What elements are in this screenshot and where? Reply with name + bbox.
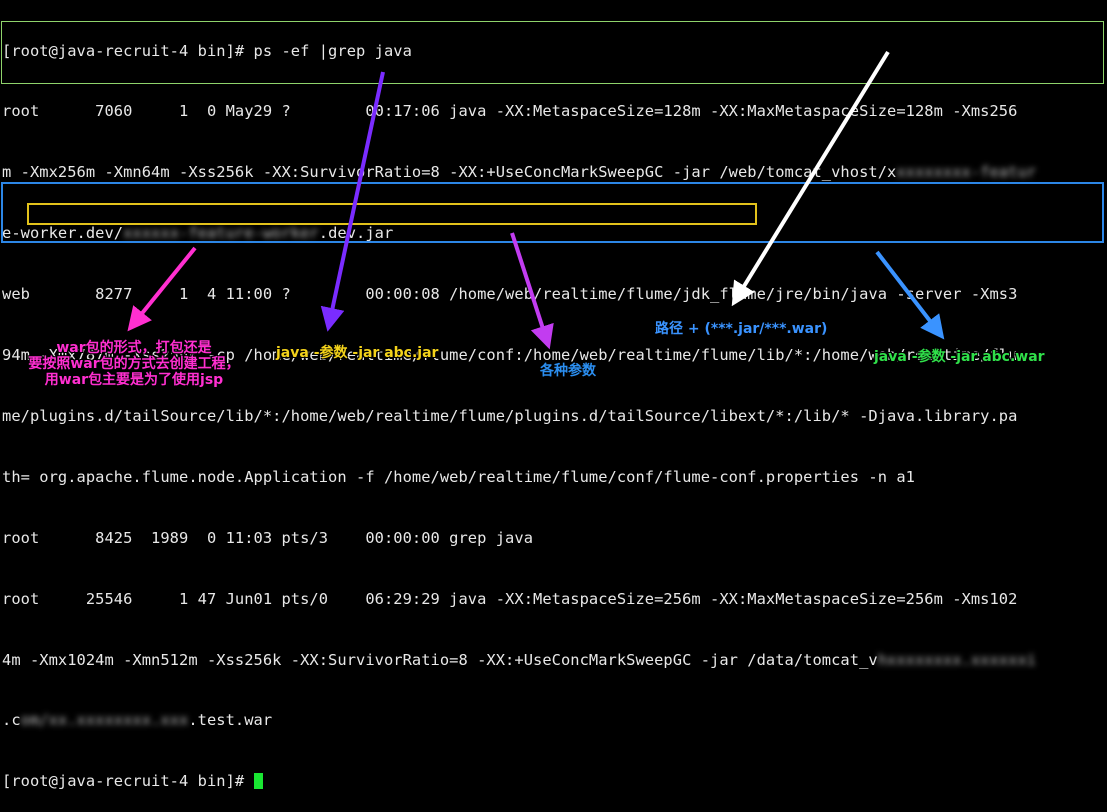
cursor [253, 773, 263, 790]
annotation-war-command: java -参数 -jar abc.war [874, 349, 1045, 365]
redacted-text: om/xx.xxxxxxxx.xxx [20, 711, 189, 730]
annotation-path: 路径 + (***.jar/***.war) [655, 321, 828, 337]
terminal-line: root 25546 1 47 Jun01 pts/0 06:29:29 jav… [2, 589, 1018, 608]
arrow-violet [510, 232, 554, 350]
arrow-purple [320, 71, 385, 332]
annotation-war-note: war包的形式，打包还是 要按照war包的方式去创建工程， 用war包主要是为了… [28, 340, 240, 388]
annotation-jar-command: java -参数 -jar abc.jar [276, 345, 439, 361]
arrow-magenta [127, 246, 197, 332]
terminal-line: 4m -Xmx1024m -Xmn512m -Xss256k -XX:Survi… [2, 650, 1037, 669]
annotation-params: 各种参数 [540, 363, 596, 379]
terminal-line: th= org.apache.flume.node.Application -f… [2, 467, 915, 486]
prompt: [root@java-recruit-4 bin]# [2, 772, 254, 791]
terminal-line: root 8425 1989 0 11:03 pts/3 00:00:00 gr… [2, 528, 534, 547]
redacted-text: hxxxxxxxx.xxxxxxi [877, 650, 1037, 669]
arrow-white [731, 50, 890, 307]
terminal-line: .com/xx.xxxxxxxx.xxx.test.war [2, 711, 273, 730]
arrow-blue [875, 250, 945, 340]
terminal-line: [root@java-recruit-4 bin]# [2, 771, 1105, 791]
